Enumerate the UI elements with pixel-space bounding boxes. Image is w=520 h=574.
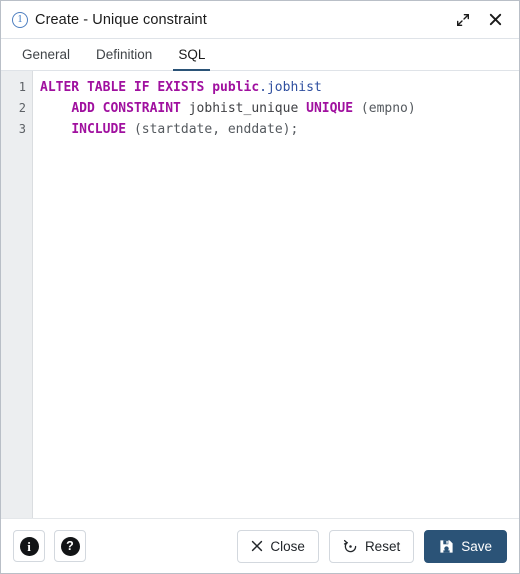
reset-circular-arrow-icon: [343, 539, 358, 554]
line-number: 3: [18, 122, 26, 136]
tab-sql-label: SQL: [178, 47, 206, 62]
save-button[interactable]: Save: [424, 529, 507, 563]
reset-button-label: Reset: [364, 538, 401, 554]
code-line: ADD CONSTRAINT jobhist_unique UNIQUE (em…: [40, 98, 519, 119]
code-token: public: [212, 80, 260, 95]
tab-definition-label: Definition: [96, 47, 153, 62]
sql-code-content[interactable]: ALTER TABLE IF EXISTS public.jobhist ADD…: [33, 71, 519, 518]
tab-general[interactable]: General: [9, 39, 83, 70]
x-icon: [251, 540, 263, 552]
dialog-title: Create - Unique constraint: [35, 11, 207, 28]
code-line: ALTER TABLE IF EXISTS public.jobhist: [40, 77, 519, 98]
help-button[interactable]: ?: [54, 530, 86, 562]
line-number: 1: [18, 80, 26, 94]
footer-left-group: i ?: [13, 530, 86, 562]
close-button[interactable]: Close: [237, 529, 319, 563]
create-unique-constraint-dialog: 1 Create - Unique constraint General Def…: [0, 0, 520, 574]
dialog-footer: i ? Close Reset Save: [1, 519, 519, 573]
question-mark-icon: ?: [60, 536, 80, 556]
code-token: .jobhist: [259, 80, 322, 95]
reset-button[interactable]: Reset: [328, 529, 415, 563]
footer-right-group: Close Reset Save: [237, 529, 507, 563]
floppy-disk-icon: [439, 539, 454, 554]
code-line: INCLUDE (startdate, enddate);: [40, 119, 519, 140]
dialog-titlebar: 1 Create - Unique constraint: [1, 1, 519, 39]
expand-diagonal-icon[interactable]: [451, 8, 475, 32]
badge-number: 1: [17, 13, 23, 25]
info-icon: i: [19, 536, 39, 556]
code-token: jobhist_unique: [188, 101, 307, 116]
code-token: (empno): [360, 101, 416, 116]
tab-definition[interactable]: Definition: [83, 39, 165, 70]
info-button[interactable]: i: [13, 530, 45, 562]
info-number-icon: 1: [12, 11, 28, 28]
dialog-tabbar: General Definition SQL: [1, 39, 519, 71]
close-button-label: Close: [270, 538, 305, 554]
sql-editor[interactable]: 1 2 3 ALTER TABLE IF EXISTS public.jobhi…: [1, 71, 519, 519]
code-token: ADD CONSTRAINT: [71, 101, 189, 116]
code-token: ALTER TABLE IF EXISTS: [40, 80, 213, 95]
close-icon[interactable]: [483, 8, 507, 32]
code-token: INCLUDE: [71, 122, 134, 137]
save-button-label: Save: [461, 538, 492, 554]
code-token: UNIQUE: [306, 101, 361, 116]
line-number-gutter: 1 2 3: [1, 71, 33, 518]
tab-general-label: General: [22, 47, 71, 62]
code-token: (startdate, enddate);: [133, 122, 299, 137]
tab-sql[interactable]: SQL: [165, 39, 218, 71]
line-number: 2: [18, 101, 26, 115]
